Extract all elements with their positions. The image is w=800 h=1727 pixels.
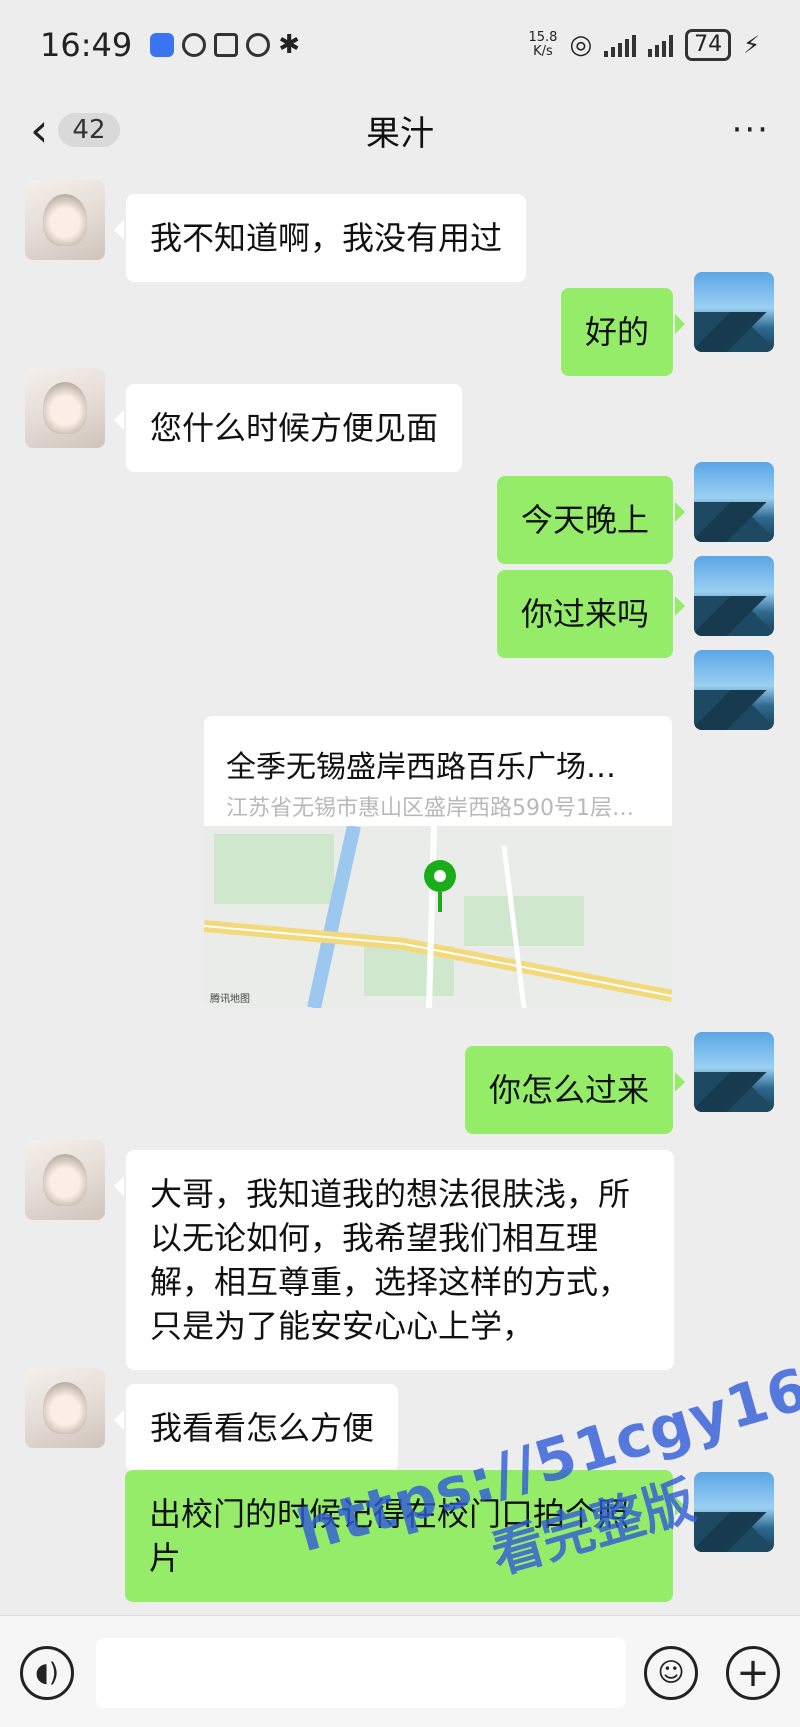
message-bubble-incoming[interactable]: 我看看怎么方便 bbox=[113, 1384, 399, 1472]
bluetooth-icon: ✱ bbox=[278, 30, 301, 60]
location-name: 全季无锡盛岸西路百乐广场… bbox=[226, 750, 616, 785]
more-options-icon[interactable]: ··· bbox=[732, 110, 770, 150]
message-bubble-outgoing[interactable]: 你过来吗 bbox=[496, 570, 686, 658]
back-arrow-icon[interactable]: ‹ bbox=[30, 107, 48, 153]
location-card[interactable]: 全季无锡盛岸西路百乐广场… 江苏省无锡市惠山区盛岸西路590号1层… 腾讯地图 bbox=[204, 716, 672, 1008]
chat-input-bar: ◖) ☺ + bbox=[0, 1615, 800, 1727]
contact-avatar[interactable] bbox=[25, 368, 105, 448]
voice-input-icon[interactable]: ◖) bbox=[20, 1646, 74, 1700]
network-speed: 15.8 K/s bbox=[528, 30, 558, 59]
emoji-icon[interactable]: ☺ bbox=[644, 1646, 698, 1700]
message-bubble-incoming[interactable]: 大哥，我知道我的想法很肤浅，所以无论如何，我希望我们相互理解，相互尊重，选择这样… bbox=[114, 1150, 674, 1370]
message-bubble-incoming[interactable]: 您什么时候方便见面 bbox=[113, 384, 463, 472]
message-bubble-outgoing[interactable]: 出校门的时候记得在校门口拍个照片 bbox=[125, 1470, 685, 1602]
message-bubble-outgoing[interactable]: 你怎么过来 bbox=[464, 1046, 686, 1134]
status-time: 16:49 bbox=[40, 26, 133, 64]
speedometer-icon bbox=[182, 33, 207, 57]
chat-header: ‹ 42 果汁 ··· bbox=[0, 90, 800, 170]
location-address: 江苏省无锡市惠山区盛岸西路590号1层… bbox=[226, 796, 634, 821]
my-avatar[interactable] bbox=[694, 1472, 774, 1552]
my-avatar[interactable] bbox=[694, 462, 774, 542]
message-bubble-outgoing[interactable]: 今天晚上 bbox=[496, 476, 686, 564]
unread-count-badge[interactable]: 42 bbox=[58, 113, 120, 147]
my-avatar[interactable] bbox=[694, 650, 774, 730]
message-bubble-incoming[interactable]: 我不知道啊，我没有用过 bbox=[113, 194, 527, 282]
app-notification-icon bbox=[150, 33, 175, 57]
nfc-icon bbox=[214, 33, 239, 57]
contact-avatar[interactable] bbox=[25, 180, 105, 260]
alarm-icon bbox=[246, 33, 271, 57]
contact-avatar[interactable] bbox=[25, 1368, 105, 1448]
signal-strength-2-icon bbox=[648, 33, 674, 57]
charging-icon: ⚡ bbox=[743, 31, 760, 59]
message-bubble-outgoing[interactable]: 好的 bbox=[560, 288, 686, 376]
chat-title: 果汁 bbox=[366, 113, 434, 154]
my-avatar[interactable] bbox=[694, 1032, 774, 1112]
location-map: 腾讯地图 bbox=[204, 826, 672, 1008]
battery-indicator: 74 bbox=[685, 29, 732, 61]
map-source-label: 腾讯地图 bbox=[210, 992, 250, 1005]
message-input[interactable] bbox=[96, 1638, 626, 1708]
signal-strength-icon bbox=[604, 33, 637, 57]
my-avatar[interactable] bbox=[694, 272, 774, 352]
status-bar: 16:49 ✱ 15.8 K/s ◎ 74 ⚡ bbox=[0, 0, 800, 90]
contact-avatar[interactable] bbox=[25, 1140, 105, 1220]
more-functions-plus-icon[interactable]: + bbox=[726, 1646, 780, 1700]
wifi-hotspot-icon: ◎ bbox=[569, 30, 593, 60]
my-avatar[interactable] bbox=[694, 556, 774, 636]
